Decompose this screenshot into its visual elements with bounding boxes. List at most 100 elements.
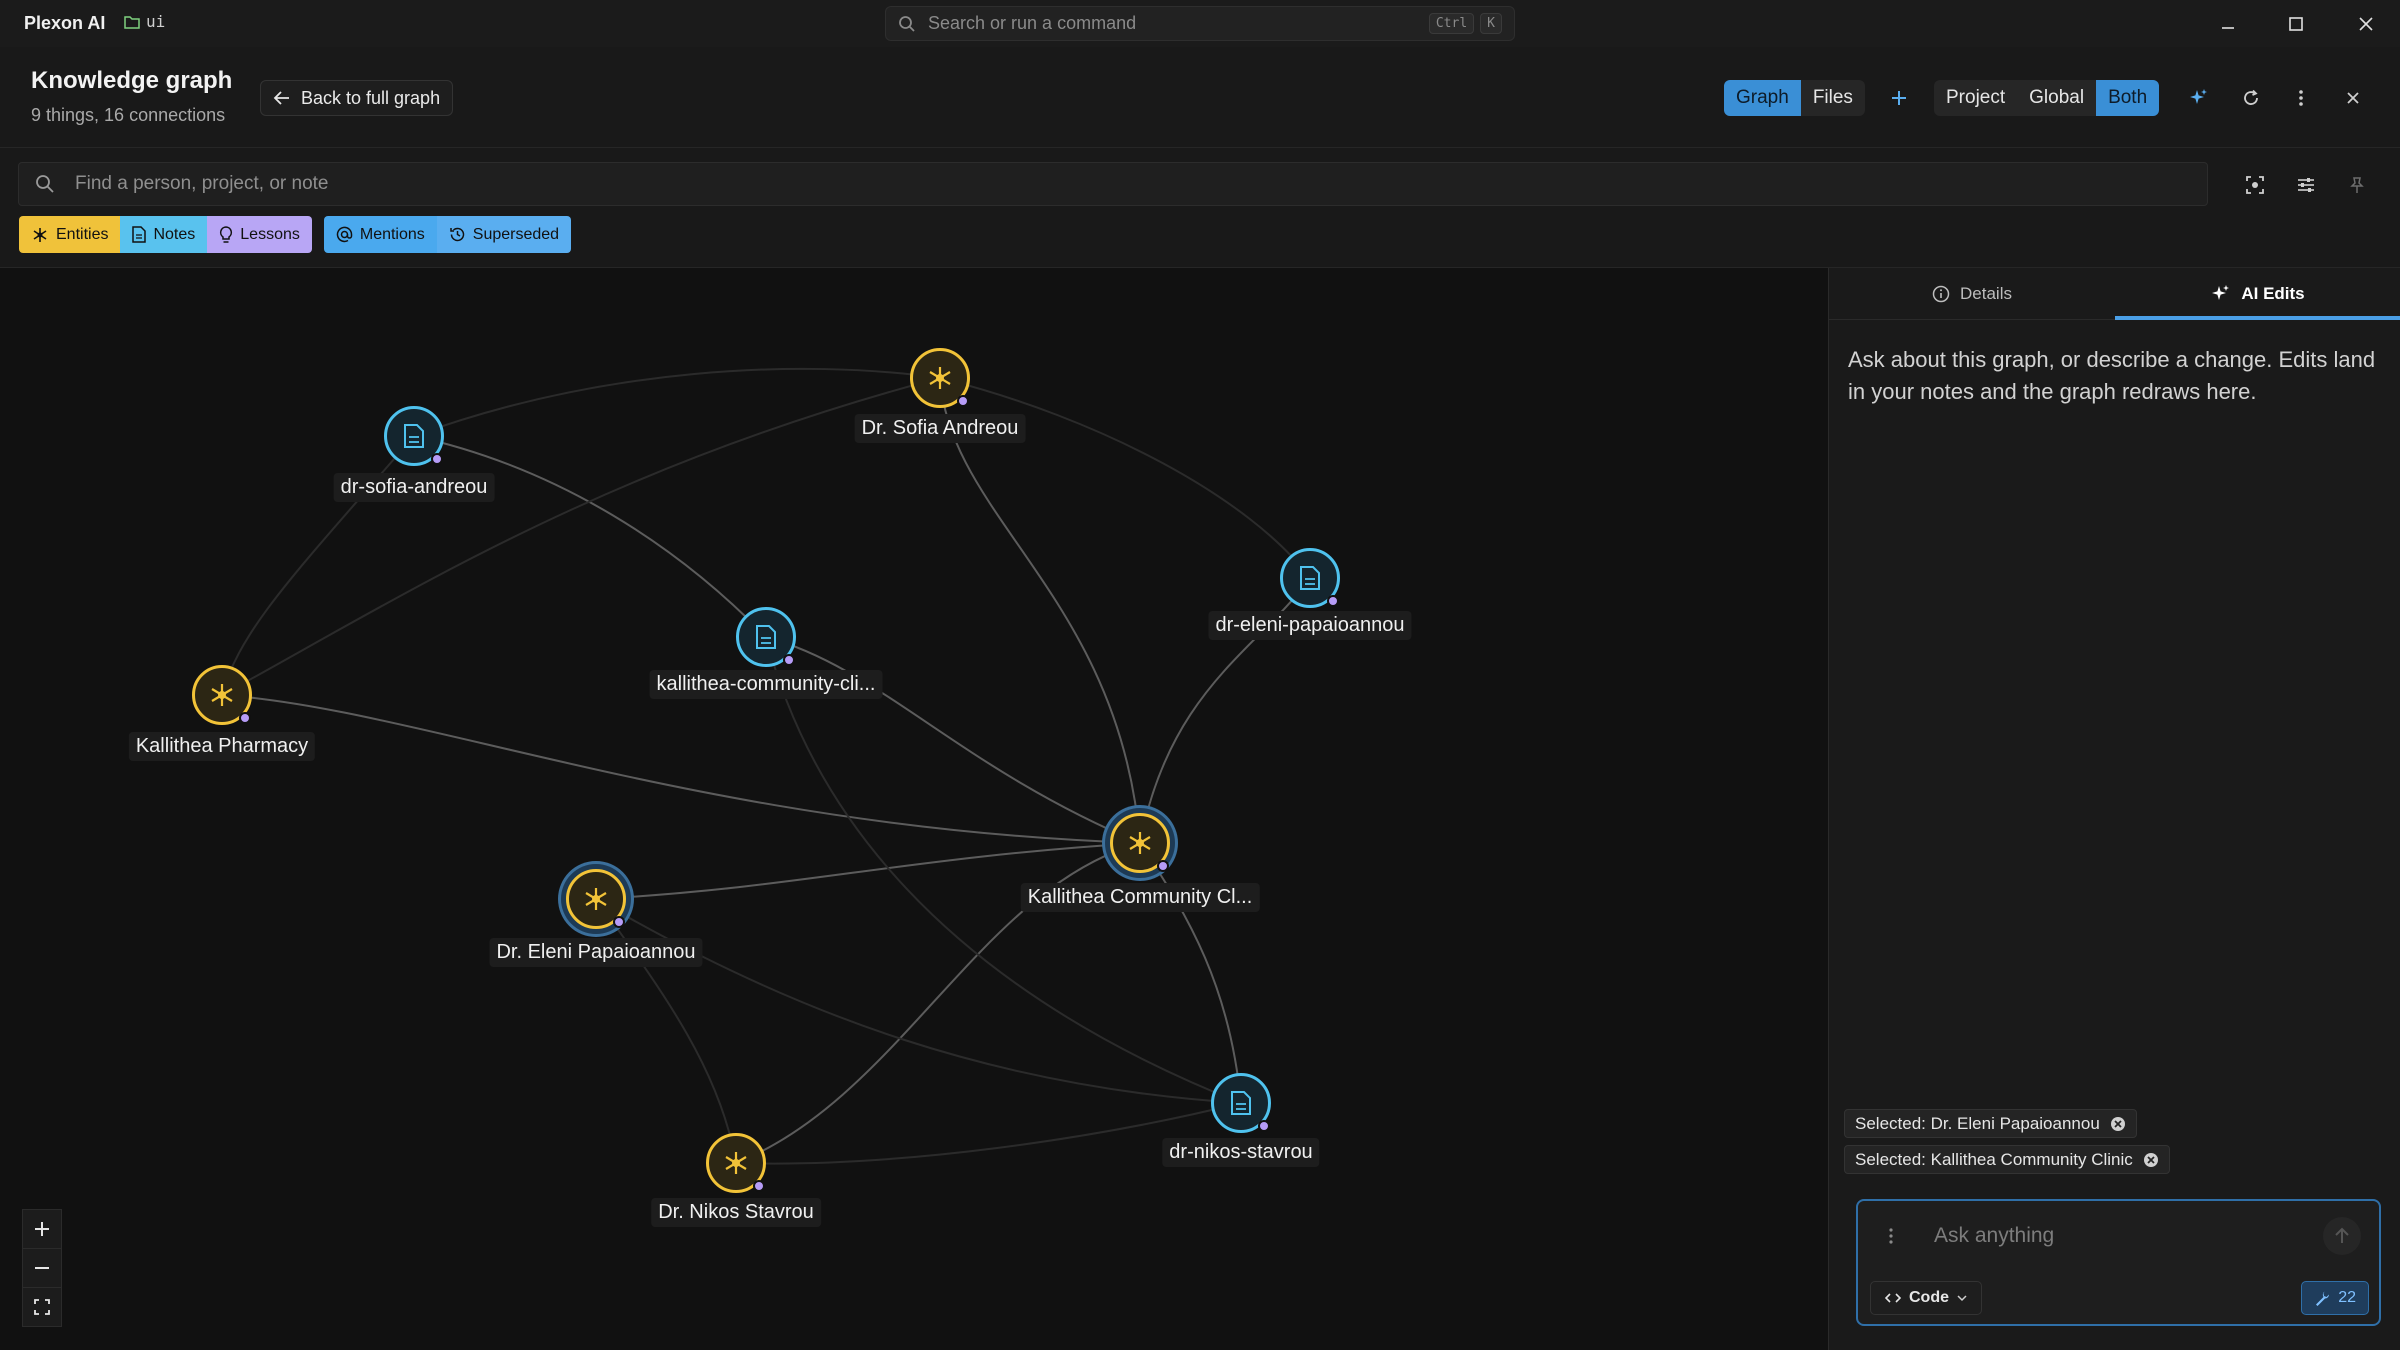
edge [939,377,1311,579]
shortcut-key-ctrl: Ctrl [1428,13,1475,34]
graph-node-note[interactable] [1211,1073,1271,1133]
ask-input[interactable] [1932,1219,2312,1253]
graph-settings-button[interactable] [2291,170,2321,200]
refresh-button[interactable] [2236,83,2266,113]
mention-indicator [1327,595,1339,607]
tab-details-label: Details [1960,283,2012,303]
arrow-left-icon [273,91,289,105]
view-mode-graph[interactable]: Graph [1724,80,1801,116]
add-button[interactable] [1884,83,1914,113]
node-label[interactable]: Dr. Sofia Andreou [854,414,1026,443]
remove-circle-icon[interactable] [2110,1116,2126,1132]
scope-toggle: Project Global Both [1934,80,2160,116]
tab-ai-edits[interactable]: AI Edits [2115,268,2400,320]
selected-context-chip: Selected: Kallithea Community Clinic [1844,1145,2170,1174]
node-label[interactable]: dr-nikos-stavrou [1162,1138,1320,1167]
workspace-name: ui [146,12,166,31]
sliders-icon [2298,178,2314,192]
back-button-label: Back to full graph [301,87,441,108]
remove-circle-icon[interactable] [2143,1152,2159,1168]
more-options-button[interactable] [2286,83,2316,113]
filter-superseded[interactable]: Superseded [436,216,572,253]
maximize-icon [2289,17,2303,31]
chevron-down-icon [1957,1295,1967,1302]
graph-node-note[interactable] [1280,548,1340,608]
mode-select-label: Code [1909,1289,1949,1306]
close-graph-button[interactable] [2338,83,2368,113]
scope-both[interactable]: Both [2096,80,2160,116]
node-label[interactable]: kallithea-community-cli... [649,670,883,699]
note-icon [1231,1091,1251,1115]
lightbulb-icon [220,225,233,243]
close-window-button[interactable] [2352,10,2380,38]
filter-mentions[interactable]: Mentions [323,216,437,253]
entity-icon [725,1152,747,1174]
node-label[interactable]: Kallithea Community Cl... [1020,883,1260,912]
node-label[interactable]: Dr. Nikos Stavrou [651,1198,821,1227]
node-label[interactable]: Kallithea Pharmacy [128,732,316,761]
filter-lessons-label: Lessons [240,225,300,243]
tools-button[interactable]: 22 [2301,1281,2369,1315]
mention-indicator [239,712,251,724]
mode-select-button[interactable]: Code [1870,1281,1982,1315]
scope-global[interactable]: Global [2017,80,2096,116]
scope-project[interactable]: Project [1934,80,2017,116]
app-name: Plexon AI [24,13,106,33]
composer-menu-button[interactable] [1888,1227,1894,1250]
at-icon [336,226,353,243]
search-icon [899,15,915,32]
tools-count: 22 [2338,1289,2356,1306]
more-vertical-icon [1889,1228,1893,1244]
node-kind-filters: Entities Notes Lessons [19,216,312,253]
graph-node-entity[interactable] [706,1133,766,1193]
edge [1139,842,1242,1104]
note-icon [1300,566,1320,590]
selected-context-chip: Selected: Dr. Eleni Papaioannou [1844,1109,2137,1138]
send-button[interactable] [2323,1217,2361,1255]
node-label[interactable]: dr-eleni-papaioannou [1208,611,1412,640]
entity-icon [1129,832,1151,854]
tab-ai-edits-label: AI Edits [2241,283,2305,303]
focus-selection-button[interactable] [2240,170,2270,200]
node-label[interactable]: dr-sofia-andreou [333,473,495,502]
title-bar: Plexon AI ui Search or run a command Ctr… [0,0,2400,47]
edge [765,636,1242,1104]
node-label[interactable]: Dr. Eleni Papaioannou [489,938,703,967]
workspace-indicator[interactable]: ui [124,12,165,31]
maximize-button[interactable] [2282,10,2310,38]
graph-node-entity-selected[interactable] [566,869,626,929]
refresh-icon [2244,89,2258,105]
graph-canvas[interactable]: Dr. Sofia Andreou dr-sofia-andreou dr-el… [0,268,1828,1350]
command-search[interactable]: Search or run a command Ctrl K [885,6,1515,41]
plus-icon [1892,91,1906,105]
back-to-full-graph-button[interactable]: Back to full graph [260,80,454,116]
code-icon [1885,1293,1901,1303]
history-icon [450,227,465,242]
filter-mentions-label: Mentions [359,225,425,243]
plus-icon [35,1222,49,1236]
graph-node-note[interactable] [736,607,796,667]
filter-entities[interactable]: Entities [19,216,121,253]
fit-view-button[interactable] [22,1287,62,1327]
graph-node-entity[interactable] [910,348,970,408]
focus-icon [2246,176,2264,194]
pin-button[interactable] [2342,170,2372,200]
graph-node-note[interactable] [384,406,444,466]
graph-search-input[interactable] [73,172,2191,196]
graph-node-entity[interactable] [192,665,252,725]
search-icon [36,175,54,193]
filter-superseded-label: Superseded [472,225,560,243]
graph-node-entity-selected[interactable] [1110,813,1170,873]
ai-sparkle-button[interactable] [2184,83,2214,113]
filter-notes[interactable]: Notes [120,216,208,253]
entity-icon [211,684,233,706]
arrow-up-icon [2335,1227,2349,1243]
zoom-out-button[interactable] [22,1248,62,1288]
filter-lessons[interactable]: Lessons [207,216,312,253]
tab-details[interactable]: Details [1829,268,2115,319]
selected-context-label: Selected: Dr. Eleni Papaioannou [1855,1113,2100,1133]
zoom-in-button[interactable] [22,1209,62,1249]
minimize-button[interactable] [2214,10,2242,38]
view-mode-files[interactable]: Files [1801,80,1865,116]
entity-icon [585,888,607,910]
